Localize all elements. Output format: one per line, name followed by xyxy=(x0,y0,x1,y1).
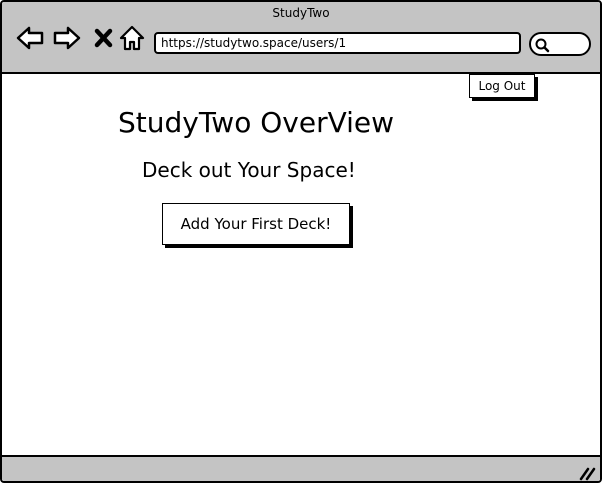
logout-button[interactable]: Log Out xyxy=(469,74,535,98)
forward-arrow-icon[interactable] xyxy=(53,24,81,52)
resize-grip-icon[interactable] xyxy=(578,465,596,481)
status-bar xyxy=(2,455,600,481)
back-arrow-icon[interactable] xyxy=(16,24,44,52)
address-bar[interactable]: https://studytwo.space/users/1 xyxy=(154,32,521,54)
search-icon xyxy=(535,38,550,53)
window-title: StudyTwo xyxy=(272,6,330,20)
browser-titlebar: StudyTwo https://studytwo.space/users/1 xyxy=(2,2,600,74)
browser-window: StudyTwo https://studytwo.space/users/1 … xyxy=(0,0,602,483)
add-first-deck-button[interactable]: Add Your First Deck! xyxy=(162,203,350,245)
page-title: StudyTwo OverView xyxy=(118,106,395,139)
close-icon[interactable] xyxy=(90,24,118,52)
search-field[interactable] xyxy=(529,32,591,56)
home-icon[interactable] xyxy=(118,24,146,52)
page-subtitle: Deck out Your Space! xyxy=(142,158,356,182)
